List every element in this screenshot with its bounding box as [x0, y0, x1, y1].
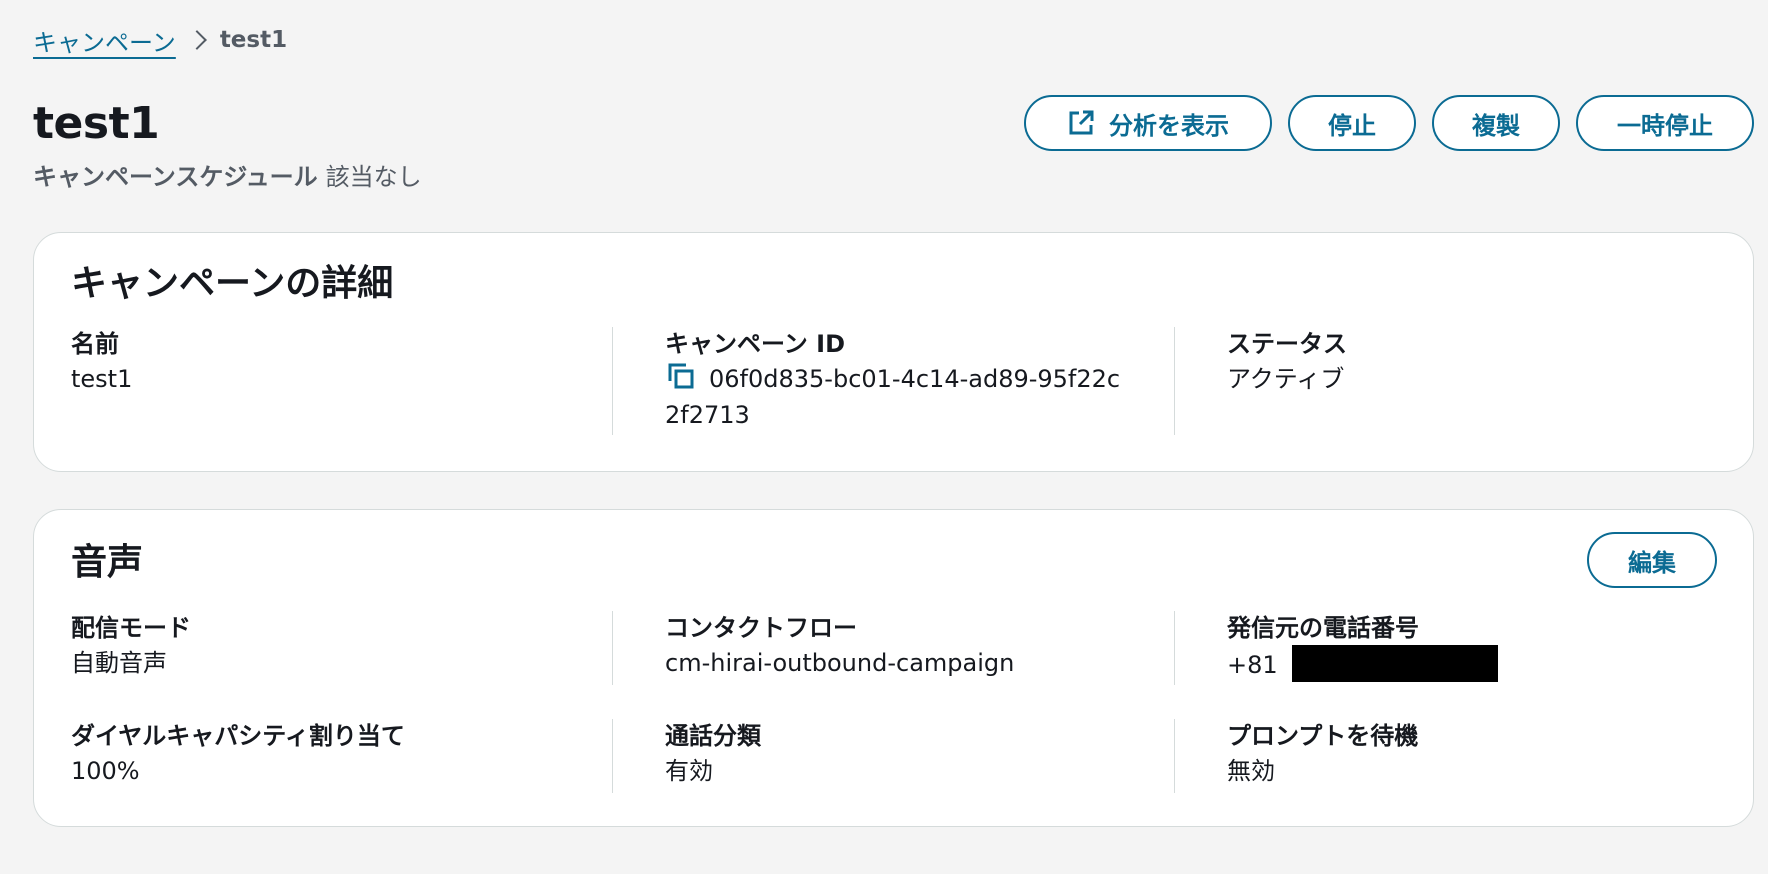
chevron-right-icon: [176, 26, 220, 54]
breadcrumb-current: test1: [219, 27, 288, 53]
contact-flow-value: cm-hirai-outbound-campaign: [665, 649, 1015, 677]
status-value: アクティブ: [1227, 365, 1345, 393]
campaign-details-card: キャンペーンの詳細 名前 test1 キャンペーン ID 06f0d835-bc…: [33, 232, 1754, 472]
voice-title: 音声: [71, 542, 144, 583]
edit-button[interactable]: 編集: [1587, 532, 1717, 588]
page-title: test1: [33, 98, 160, 149]
field-campaign-id: キャンペーン ID 06f0d835-bc01-4c14-ad89-95f22c…: [612, 327, 1152, 435]
field-source-phone: 発信元の電話番号 +81: [1174, 611, 1714, 685]
campaign-id-value: 06f0d835-bc01-4c14-ad89-95f22c2f2713: [665, 365, 1121, 429]
view-analytics-button[interactable]: 分析を表示: [1024, 95, 1272, 151]
delivery-mode-value: 自動音声: [71, 649, 167, 677]
await-prompt-value: 無効: [1227, 757, 1275, 785]
voice-card: 音声 編集 配信モード 自動音声 コンタクトフロー cm-hirai-outbo…: [33, 509, 1754, 827]
campaign-schedule: キャンペーンスケジュール 該当なし: [33, 160, 422, 194]
campaign-id-label: キャンペーン ID: [665, 330, 846, 358]
campaign-schedule-value: 該当なし: [325, 163, 422, 191]
copy-icon[interactable]: [665, 361, 697, 393]
field-delivery-mode: 配信モード 自動音声: [71, 611, 611, 685]
call-classification-label: 通話分類: [665, 722, 761, 750]
field-await-prompt: プロンプトを待機 無効: [1174, 719, 1714, 793]
field-name: 名前 test1: [71, 327, 611, 435]
name-value: test1: [71, 365, 133, 393]
status-label: ステータス: [1227, 330, 1347, 358]
external-link-icon: [1069, 110, 1094, 135]
stop-button[interactable]: 停止: [1288, 95, 1416, 151]
field-call-classification: 通話分類 有効: [612, 719, 1152, 793]
contact-flow-label: コンタクトフロー: [665, 614, 857, 642]
dial-capacity-label: ダイヤルキャパシティ割り当て: [71, 722, 405, 750]
source-phone-value: +81: [1227, 645, 1714, 683]
view-analytics-label: 分析を表示: [1109, 111, 1229, 140]
breadcrumb: キャンペーン test1: [33, 20, 287, 60]
name-label: 名前: [71, 330, 119, 358]
dial-capacity-value: 100%: [71, 757, 140, 785]
field-dial-capacity: ダイヤルキャパシティ割り当て 100%: [71, 719, 611, 793]
source-phone-label: 発信元の電話番号: [1227, 614, 1419, 642]
campaign-details-title: キャンペーンの詳細: [71, 263, 394, 304]
header-actions: 分析を表示 停止 複製 一時停止: [1024, 95, 1754, 151]
redacted-block: [1291, 645, 1498, 682]
campaign-id-value-wrap: 06f0d835-bc01-4c14-ad89-95f22c2f2713: [665, 361, 1125, 433]
field-contact-flow: コンタクトフロー cm-hirai-outbound-campaign: [612, 611, 1152, 685]
pause-button[interactable]: 一時停止: [1576, 95, 1754, 151]
breadcrumb-link-campaigns[interactable]: キャンペーン: [33, 23, 176, 58]
call-classification-value: 有効: [665, 757, 713, 785]
delivery-mode-label: 配信モード: [71, 614, 191, 642]
campaign-schedule-label: キャンペーンスケジュール: [33, 163, 318, 191]
field-status: ステータス アクティブ: [1174, 327, 1714, 435]
await-prompt-label: プロンプトを待機: [1227, 722, 1419, 750]
source-phone-prefix: +81: [1227, 651, 1278, 679]
duplicate-button[interactable]: 複製: [1432, 95, 1560, 151]
